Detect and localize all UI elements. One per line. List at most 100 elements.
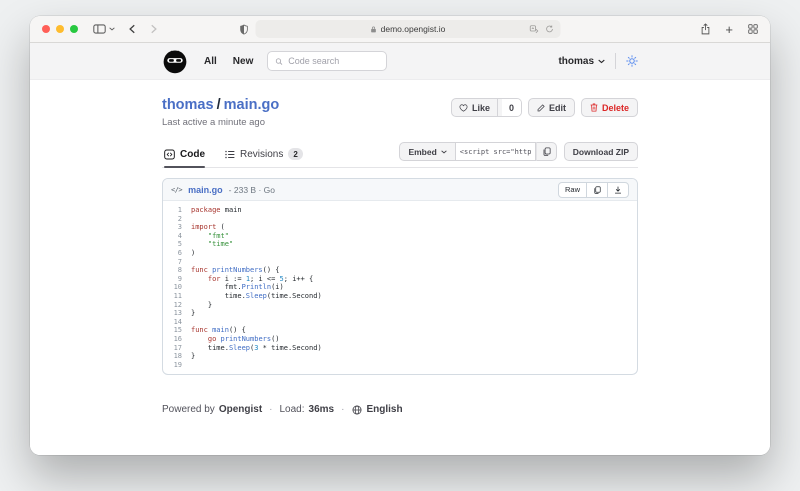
file-name-link[interactable]: main.go bbox=[188, 185, 223, 195]
line-number: 13 bbox=[163, 309, 191, 318]
delete-label: Delete bbox=[602, 103, 629, 113]
code-line: 8func printNumbers() { bbox=[163, 266, 637, 275]
translate-icon[interactable] bbox=[530, 25, 539, 34]
code-file-icon: </> bbox=[171, 186, 182, 194]
url-domain: demo.opengist.io bbox=[381, 24, 446, 34]
user-menu-label: thomas bbox=[558, 56, 594, 67]
gist-title: thomas/main.go bbox=[162, 97, 279, 113]
code-line: 4 "fmt" bbox=[163, 232, 637, 241]
line-number: 18 bbox=[163, 352, 191, 361]
file-meta: - 233 B · Go bbox=[229, 185, 275, 195]
download-icon bbox=[614, 186, 622, 194]
file-actions-group: Raw bbox=[558, 182, 629, 198]
file-header: </> main.go - 233 B · Go Raw bbox=[163, 179, 637, 201]
like-count: 0 bbox=[502, 99, 521, 116]
code-line: 13} bbox=[163, 309, 637, 318]
edit-button[interactable]: Edit bbox=[528, 98, 575, 117]
language-picker[interactable]: English bbox=[366, 404, 402, 415]
line-number: 19 bbox=[163, 361, 191, 370]
sidebar-toggle-button[interactable] bbox=[93, 24, 115, 34]
back-button[interactable] bbox=[129, 24, 135, 34]
copy-file-button[interactable] bbox=[586, 183, 607, 197]
opengist-footer-link[interactable]: Opengist bbox=[219, 404, 262, 415]
download-file-button[interactable] bbox=[607, 183, 628, 197]
code-tab-icon bbox=[164, 149, 175, 160]
sidebar-icon bbox=[93, 24, 106, 34]
code-search-box[interactable] bbox=[267, 51, 387, 71]
nav-link-all[interactable]: All bbox=[204, 56, 217, 67]
chevron-down-icon bbox=[109, 27, 115, 31]
browser-toolbar: demo.opengist.io + bbox=[30, 16, 770, 43]
tab-code[interactable]: Code bbox=[164, 148, 205, 167]
line-number: 3 bbox=[163, 223, 191, 232]
list-icon bbox=[225, 150, 235, 159]
trash-icon bbox=[590, 103, 598, 112]
revisions-count-badge: 2 bbox=[288, 148, 302, 160]
line-number: 1 bbox=[163, 206, 191, 215]
search-input[interactable] bbox=[288, 56, 379, 66]
user-menu[interactable]: thomas bbox=[558, 56, 605, 67]
pencil-icon bbox=[537, 104, 545, 112]
window-controls bbox=[42, 25, 78, 33]
code-line: 5 "time" bbox=[163, 240, 637, 249]
privacy-shield-icon[interactable] bbox=[240, 24, 249, 35]
chevron-down-icon bbox=[598, 59, 605, 64]
code-line: 1package main bbox=[163, 206, 637, 215]
tab-revisions[interactable]: Revisions 2 bbox=[225, 148, 303, 167]
load-value: 36ms bbox=[309, 404, 335, 415]
close-window-button[interactable] bbox=[42, 25, 50, 33]
code-line: 17 time.Sleep(3 * time.Second) bbox=[163, 344, 637, 353]
raw-button[interactable]: Raw bbox=[559, 183, 586, 197]
forward-button[interactable] bbox=[151, 24, 157, 34]
tab-overview-icon[interactable] bbox=[748, 24, 758, 34]
gist-owner-link[interactable]: thomas bbox=[162, 97, 214, 113]
line-number: 17 bbox=[163, 344, 191, 353]
code-line: 15func main() { bbox=[163, 326, 637, 335]
share-icon[interactable] bbox=[701, 23, 710, 35]
embed-code-input[interactable] bbox=[456, 142, 536, 161]
new-tab-button[interactable]: + bbox=[725, 23, 733, 36]
like-label: Like bbox=[472, 103, 490, 113]
url-field[interactable]: demo.opengist.io bbox=[256, 20, 561, 38]
tab-code-label: Code bbox=[180, 149, 205, 160]
code-line: 10 fmt.Println(i) bbox=[163, 283, 637, 292]
line-number: 12 bbox=[163, 301, 191, 310]
code-viewer: 1package main2 3import (4 "fmt"5 "time"6… bbox=[163, 201, 637, 374]
gist-file-card: </> main.go - 233 B · Go Raw 1package ma… bbox=[162, 178, 638, 375]
nav-link-new[interactable]: New bbox=[233, 56, 254, 67]
copy-embed-button[interactable] bbox=[536, 142, 557, 161]
zoom-window-button[interactable] bbox=[70, 25, 78, 33]
last-active-text: Last active a minute ago bbox=[162, 117, 279, 128]
download-zip-label: Download ZIP bbox=[573, 147, 629, 157]
edit-label: Edit bbox=[549, 103, 566, 113]
line-number: 5 bbox=[163, 240, 191, 249]
minimize-window-button[interactable] bbox=[56, 25, 64, 33]
opengist-logo[interactable] bbox=[162, 48, 188, 74]
code-line: 11 time.Sleep(time.Second) bbox=[163, 292, 637, 301]
line-number: 8 bbox=[163, 266, 191, 275]
heart-icon bbox=[459, 104, 468, 112]
copy-icon bbox=[542, 147, 551, 156]
chevron-down-icon bbox=[441, 150, 447, 154]
footer-separator: · bbox=[266, 404, 275, 415]
line-number: 16 bbox=[163, 335, 191, 344]
like-button[interactable]: Like 0 bbox=[451, 98, 522, 117]
code-line: 7 bbox=[163, 258, 637, 267]
code-line: 19 bbox=[163, 361, 637, 370]
theme-toggle-sun-icon[interactable] bbox=[626, 55, 638, 67]
gist-filename-link[interactable]: main.go bbox=[224, 97, 280, 113]
line-number: 10 bbox=[163, 283, 191, 292]
navbar-divider bbox=[615, 53, 616, 69]
title-separator: / bbox=[214, 97, 224, 113]
reload-icon[interactable] bbox=[546, 25, 554, 33]
tab-revisions-label: Revisions bbox=[240, 149, 283, 160]
delete-button[interactable]: Delete bbox=[581, 98, 638, 117]
download-zip-button[interactable]: Download ZIP bbox=[564, 142, 638, 161]
line-number: 15 bbox=[163, 326, 191, 335]
code-line: 3import ( bbox=[163, 223, 637, 232]
page-content: All New thomas bbox=[30, 43, 770, 455]
embed-dropdown-button[interactable]: Embed bbox=[399, 142, 455, 161]
code-line: 2 bbox=[163, 215, 637, 224]
line-number: 7 bbox=[163, 258, 191, 267]
browser-window: demo.opengist.io + bbox=[30, 16, 770, 455]
